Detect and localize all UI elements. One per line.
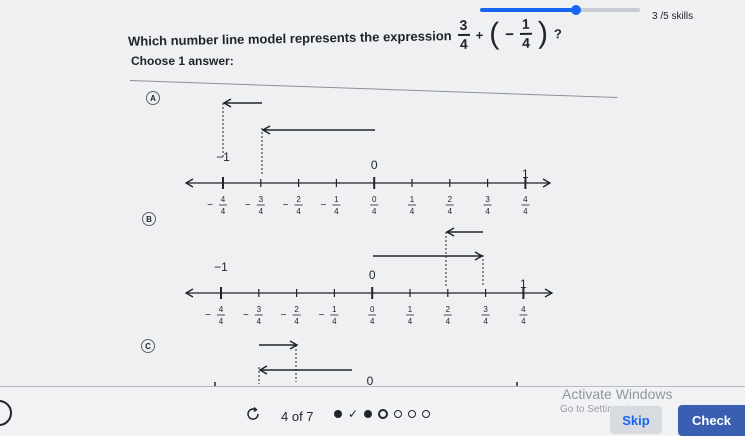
- progress-dot-complete: [364, 410, 372, 418]
- progress-check-icon: ✓: [348, 407, 359, 421]
- retry-icon[interactable]: [245, 406, 261, 422]
- progress-dot-pending: [422, 410, 430, 418]
- question-progress-dots: ✓: [334, 407, 430, 421]
- question-counter: 4 of 7: [281, 409, 314, 424]
- choice-c-number-line[interactable]: 0: [0, 0, 745, 436]
- progress-dot-current: [378, 409, 388, 419]
- progress-dot-pending: [394, 410, 402, 418]
- skip-button[interactable]: Skip: [610, 406, 662, 434]
- check-button[interactable]: Check: [678, 405, 745, 436]
- progress-dot-complete: [334, 410, 342, 418]
- progress-dot-pending: [408, 410, 416, 418]
- activate-windows-title: Activate Windows: [562, 386, 673, 402]
